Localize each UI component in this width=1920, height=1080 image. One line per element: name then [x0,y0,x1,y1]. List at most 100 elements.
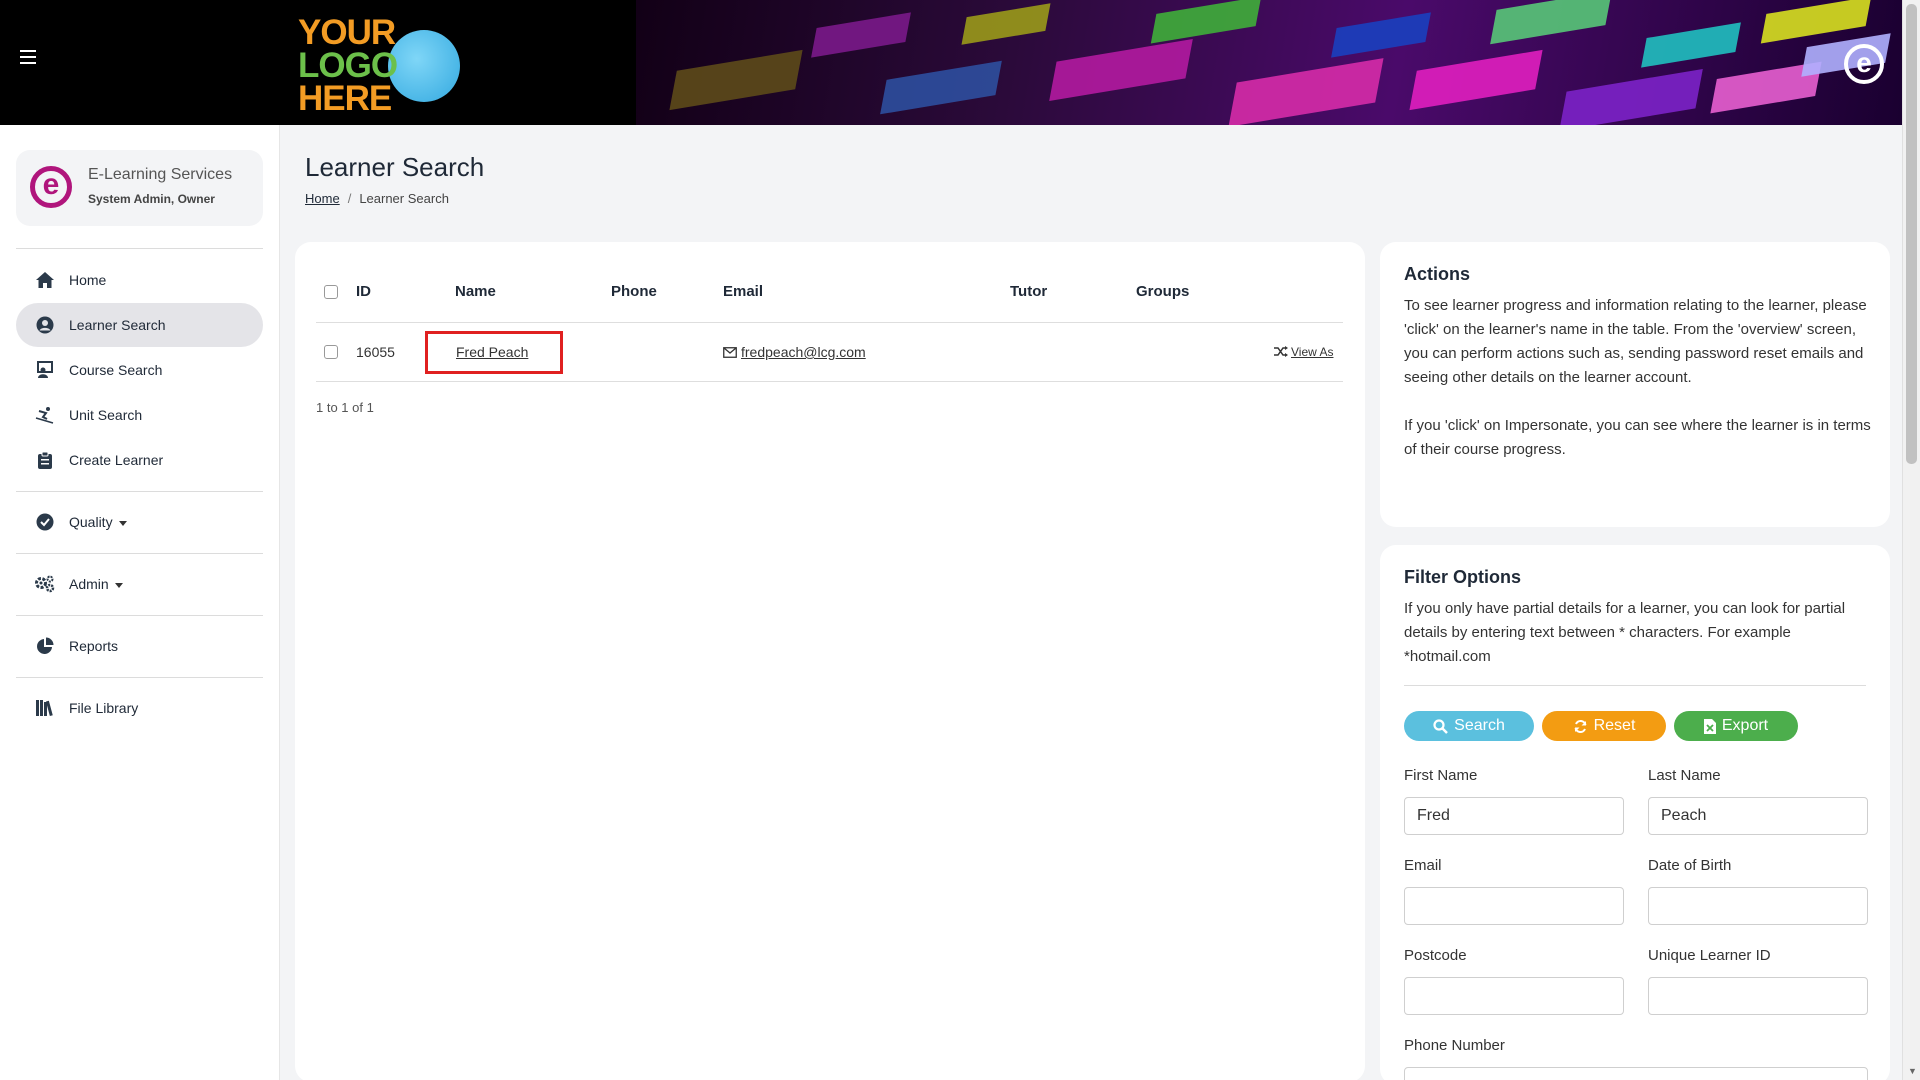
page-title: Learner Search [305,152,485,182]
sidebar-item-unit-search[interactable]: Unit Search [16,393,263,437]
sidebar-item-label-text: Admin [69,576,109,592]
check-circle-icon [34,511,56,533]
postcode-input[interactable] [1404,977,1624,1015]
sidebar-divider [16,615,263,616]
sidebar-item-quality[interactable]: Quality [16,500,263,544]
envelope-icon [723,347,737,358]
view-as-action[interactable]: View As [1274,345,1333,359]
filter-card-title: Filter Options [1404,567,1521,587]
last-name-label: Last Name [1648,767,1721,784]
postcode-label: Postcode [1404,947,1467,964]
phone-number-label: Phone Number [1404,1037,1505,1054]
skier-icon [34,404,56,426]
chevron-down-icon [118,520,127,526]
shuffle-icon [1274,346,1288,357]
page-scrollbar[interactable]: ▼ [1902,0,1920,1080]
sidebar-item-label: File Library [69,700,139,716]
column-header-email[interactable]: Email [723,283,763,300]
highlight-annotation-box [425,331,563,374]
select-all-checkbox[interactable] [324,285,338,299]
sidebar-item-label: Admin [69,576,123,592]
unique-learner-id-input[interactable] [1648,977,1868,1015]
filter-card-divider [1404,685,1866,686]
column-header-id[interactable]: ID [356,283,371,300]
search-button-label: Search [1454,717,1505,734]
org-name: E-Learning Services [88,166,233,183]
export-button[interactable]: Export [1674,711,1798,741]
breadcrumb: Home / Learner Search [305,191,449,206]
scrollbar-thumb[interactable] [1906,4,1917,464]
sidebar-item-create-learner[interactable]: Create Learner [16,438,263,482]
sidebar-divider [16,248,263,249]
chevron-down-icon [114,582,123,588]
actions-card-text-impersonate: If you 'click' on Impersonate, you can s… [1404,417,1871,458]
sidebar-item-learner-search[interactable]: Learner Search [16,303,263,347]
books-icon [34,697,56,719]
sidebar-item-reports[interactable]: Reports [16,624,263,668]
sidebar-item-course-search[interactable]: Course Search [16,348,263,392]
search-button[interactable]: Search [1404,711,1534,741]
sidebar-item-label: Course Search [69,362,163,378]
learner-email-link[interactable]: fredpeach@lcg.com [741,344,866,360]
phone-number-input[interactable] [1404,1067,1868,1080]
e-brand-icon[interactable]: e [1844,44,1884,84]
logo-circle [388,30,460,102]
filter-options-card: Filter Options If you only have partial … [1380,545,1890,1080]
first-name-input[interactable] [1404,797,1624,835]
org-logo-icon: e [30,166,72,208]
logo-text-here: HERE [298,79,392,118]
sidebar-item-home[interactable]: Home [16,258,263,302]
actions-card-text: To see learner progress and information … [1404,297,1867,386]
sidebar: e E-Learning Services System Admin, Owne… [0,125,280,1080]
sidebar-item-label-text: Quality [69,514,113,530]
sidebar-divider [16,491,263,492]
sidebar-item-admin[interactable]: Admin [16,562,263,606]
org-card[interactable]: e E-Learning Services System Admin, Owne… [16,150,263,226]
reset-button[interactable]: Reset [1542,711,1666,741]
first-name-label: First Name [1404,767,1478,784]
column-header-phone[interactable]: Phone [611,283,657,300]
sidebar-item-label: Home [69,272,107,288]
search-icon [1433,718,1449,734]
last-name-input[interactable] [1648,797,1868,835]
sidebar-item-label: Quality [69,514,127,530]
table-row-divider [316,381,1343,382]
logo-text-your: YOUR [298,13,396,52]
email-input[interactable] [1404,887,1624,925]
cell-email: fredpeach@lcg.com [723,344,866,360]
export-button-label: Export [1721,717,1769,734]
sidebar-item-file-library[interactable]: File Library [16,686,263,730]
breadcrumb-separator: / [347,191,352,206]
email-label: Email [1404,857,1442,874]
teacher-icon [34,359,56,381]
column-header-tutor[interactable]: Tutor [1010,283,1047,300]
clipboard-icon [34,449,56,471]
sidebar-item-label: Unit Search [69,407,143,423]
view-as-link[interactable]: View As [1291,345,1333,359]
breadcrumb-home-link[interactable]: Home [305,191,340,206]
unique-learner-id-label: Unique Learner ID [1648,947,1771,964]
date-of-birth-input[interactable] [1648,887,1868,925]
pie-chart-icon [34,635,56,657]
cell-id: 16055 [356,344,395,360]
sidebar-item-label: Reports [69,638,119,654]
hamburger-menu-icon[interactable] [20,50,36,64]
org-role: System Admin, Owner [88,192,215,206]
company-logo: YOUR LOGO HERE [296,10,476,118]
column-header-name[interactable]: Name [455,283,496,300]
filter-card-text: If you only have partial details for a l… [1404,600,1846,665]
file-excel-icon [1703,718,1716,734]
breadcrumb-current: Learner Search [359,191,449,206]
logo-text-logo: LOGO [298,46,398,85]
date-of-birth-label: Date of Birth [1648,857,1732,874]
scroll-down-arrow-icon[interactable]: ▼ [1908,1066,1917,1076]
row-select-checkbox[interactable] [324,345,338,359]
sidebar-divider [16,677,263,678]
top-bar: YOUR LOGO HERE e [0,0,1902,125]
cogs-icon [34,573,56,595]
user-circle-icon [34,314,56,336]
column-header-groups[interactable]: Groups [1136,283,1189,300]
actions-card-title: Actions [1404,264,1471,284]
actions-card: Actions To see learner progress and info… [1380,242,1890,527]
refresh-icon [1574,719,1587,733]
